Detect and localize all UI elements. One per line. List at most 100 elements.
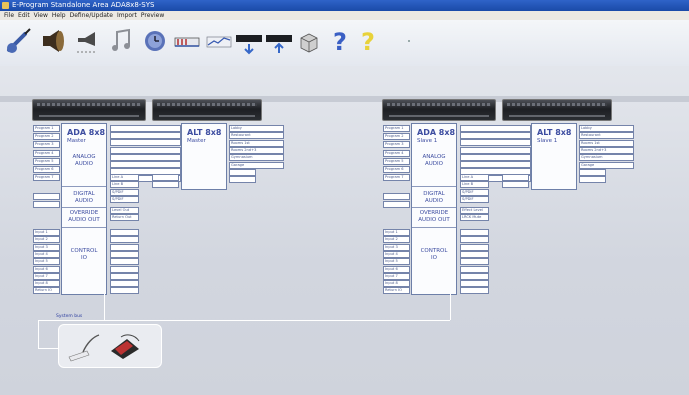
control-input-port[interactable]: Input 6: [383, 265, 410, 273]
alt-output-port[interactable]: Rooms 2nd+3: [579, 146, 634, 154]
output-port[interactable]: [110, 132, 181, 140]
output-port[interactable]: [110, 153, 181, 161]
package-icon[interactable]: [294, 25, 324, 57]
output-port[interactable]: Line A: [460, 174, 489, 181]
output-port[interactable]: S/PDIF: [110, 196, 139, 203]
alt-output-port[interactable]: [579, 168, 606, 176]
output-port[interactable]: [460, 250, 489, 258]
output-port[interactable]: [460, 258, 489, 266]
output-port[interactable]: [460, 161, 531, 168]
output-port[interactable]: S/PDIF: [460, 189, 489, 196]
alt-output-port[interactable]: Garage: [579, 161, 634, 169]
control-input-port[interactable]: Input 4: [383, 250, 410, 258]
ada-8x8-device[interactable]: ADA 8x8 Master ANALOG AUDIO DIGITAL AUDIO OV…: [61, 123, 107, 295]
output-port[interactable]: [460, 153, 531, 161]
digital-input-port[interactable]: [33, 193, 60, 200]
input-port[interactable]: Program 3: [383, 141, 410, 149]
control-input-port[interactable]: Input 7: [383, 272, 410, 280]
graph-icon[interactable]: [204, 25, 234, 57]
output-port[interactable]: [460, 287, 489, 295]
output-port[interactable]: [460, 265, 489, 273]
output-port[interactable]: [460, 132, 531, 140]
menu-item-view[interactable]: View: [34, 11, 48, 20]
input-port[interactable]: Program 7: [383, 174, 410, 182]
control-input-port[interactable]: Input 4: [33, 250, 60, 258]
alt-output-port[interactable]: [229, 168, 256, 176]
input-port[interactable]: Program 4: [33, 149, 60, 157]
control-input-port[interactable]: Input 5: [383, 258, 410, 266]
output-port[interactable]: [110, 146, 181, 154]
input-port[interactable]: Program 6: [33, 166, 60, 173]
output-port[interactable]: Level Out: [110, 207, 139, 214]
book-icon[interactable]: [172, 25, 202, 57]
control-input-port[interactable]: Input 8: [33, 280, 60, 288]
output-port[interactable]: [460, 125, 531, 132]
alt-output-port[interactable]: Lobby: [579, 125, 634, 132]
alt-output-port[interactable]: Restaurant: [579, 132, 634, 140]
output-port[interactable]: [460, 236, 489, 244]
alt-output-port[interactable]: [579, 176, 606, 184]
music-note-icon[interactable]: [106, 25, 136, 57]
output-port[interactable]: Line A: [110, 174, 139, 181]
output-port[interactable]: [110, 250, 139, 258]
menu-item-preview[interactable]: Preview: [141, 11, 164, 20]
control-input-port[interactable]: Return IO: [33, 287, 60, 295]
alt-8x8-device[interactable]: ALT 8x8 Master: [181, 123, 227, 190]
output-port[interactable]: [110, 125, 181, 132]
menu-item-import[interactable]: Import: [117, 11, 137, 20]
alt-output-port[interactable]: Lobby: [229, 125, 284, 132]
output-port[interactable]: [110, 258, 139, 266]
output-port[interactable]: [110, 272, 139, 280]
control-input-port[interactable]: Input 5: [33, 258, 60, 266]
input-port[interactable]: Program 3: [33, 141, 60, 149]
output-port[interactable]: Return Out: [110, 214, 139, 221]
control-input-port[interactable]: Input 2: [33, 236, 60, 244]
alt-input-port[interactable]: [152, 181, 179, 189]
input-port[interactable]: Program 2: [383, 133, 410, 141]
alt-output-port[interactable]: Gymnasium: [579, 154, 634, 162]
digital-input-port[interactable]: [383, 201, 410, 208]
horn-icon[interactable]: [72, 25, 102, 57]
output-port[interactable]: [460, 146, 531, 154]
output-port[interactable]: S/PDIF: [460, 196, 489, 203]
input-port[interactable]: Program 1: [33, 125, 60, 132]
output-port[interactable]: Line B: [460, 181, 489, 188]
output-port[interactable]: [110, 236, 139, 244]
input-port[interactable]: Program 4: [383, 149, 410, 157]
control-input-port[interactable]: Input 6: [33, 265, 60, 273]
guitar-icon[interactable]: [4, 25, 34, 57]
input-port[interactable]: Program 1: [383, 125, 410, 132]
output-port[interactable]: [110, 161, 181, 168]
alt-output-port[interactable]: Gymnasium: [229, 154, 284, 162]
output-port[interactable]: [110, 265, 139, 273]
alt-output-port[interactable]: Garage: [229, 161, 284, 169]
output-port[interactable]: [110, 139, 181, 147]
output-port[interactable]: [460, 243, 489, 251]
ada-8x8-device[interactable]: ADA 8x8 Slave 1 ANALOG AUDIO DIGITAL AUDIO O…: [411, 123, 457, 295]
help-icon[interactable]: ?: [326, 25, 356, 57]
alt-input-port[interactable]: [152, 174, 179, 181]
digital-input-port[interactable]: [33, 201, 60, 208]
usb-adapter[interactable]: [58, 324, 162, 368]
input-port[interactable]: Program 5: [33, 157, 60, 165]
control-input-port[interactable]: Input 3: [383, 243, 410, 251]
control-input-port[interactable]: Input 1: [383, 229, 410, 236]
alt-output-port[interactable]: Rooms 2nd+3: [229, 146, 284, 154]
input-port[interactable]: Program 7: [33, 174, 60, 182]
alt-8x8-device[interactable]: ALT 8x8 Slave 1: [531, 123, 577, 190]
digital-input-port[interactable]: [383, 193, 410, 200]
output-port[interactable]: [460, 139, 531, 147]
control-input-port[interactable]: Input 2: [383, 236, 410, 244]
control-input-port[interactable]: Return IO: [383, 287, 410, 295]
output-port[interactable]: [110, 229, 139, 236]
output-port[interactable]: Line B: [110, 181, 139, 188]
control-input-port[interactable]: Input 7: [33, 272, 60, 280]
output-port[interactable]: [460, 272, 489, 280]
control-input-port[interactable]: Input 8: [383, 280, 410, 288]
alt-output-port[interactable]: Restaurant: [229, 132, 284, 140]
control-input-port[interactable]: Input 3: [33, 243, 60, 251]
output-port[interactable]: [460, 229, 489, 236]
output-port[interactable]: S/PDIF: [110, 189, 139, 196]
upload-device-icon[interactable]: [264, 25, 294, 57]
control-input-port[interactable]: Input 1: [33, 229, 60, 236]
